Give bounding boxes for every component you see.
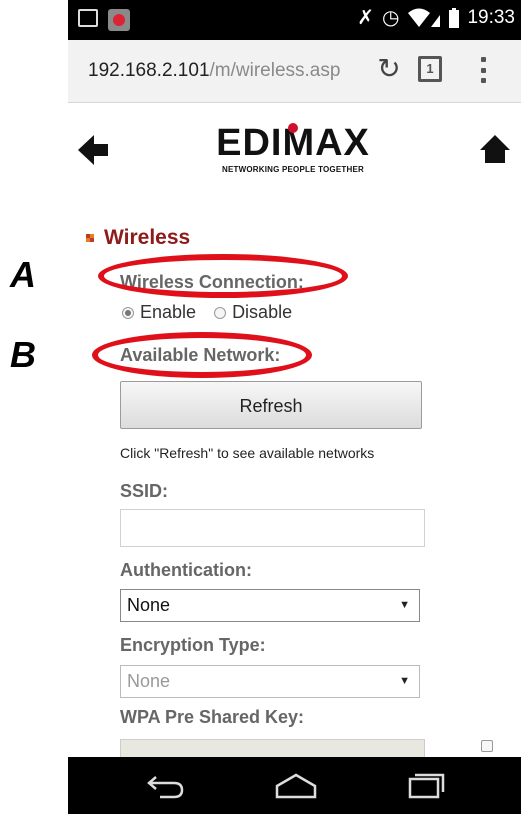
authentication-label: Authentication: bbox=[120, 560, 252, 580]
nav-back-icon[interactable] bbox=[146, 771, 186, 801]
section-heading: Wireless bbox=[86, 226, 190, 250]
show-key-checkbox[interactable] bbox=[481, 740, 493, 752]
nav-home-icon[interactable] bbox=[274, 771, 318, 801]
alarm-icon: ◷ bbox=[382, 7, 400, 29]
reload-icon[interactable]: ↻ bbox=[374, 54, 404, 84]
section-bullet-icon bbox=[86, 234, 94, 242]
browser-toolbar: 192.168.2.101/m/wireless.asp ↻ 1 bbox=[68, 40, 521, 103]
status-bar: ✗ ◷ 19:33 bbox=[68, 0, 521, 40]
encryption-type-label: Encryption Type: bbox=[120, 635, 266, 655]
encryption-type-value: None bbox=[127, 671, 171, 691]
ssid-label: SSID: bbox=[120, 481, 169, 501]
image-notification-icon bbox=[78, 9, 98, 27]
address-bar[interactable]: 192.168.2.101/m/wireless.asp bbox=[88, 60, 340, 82]
refresh-button[interactable]: Refresh bbox=[120, 381, 422, 429]
url-host: 192.168.2.101 bbox=[88, 60, 210, 81]
dropdown-caret-icon: ▼ bbox=[399, 675, 410, 687]
annotation-label-b: B bbox=[10, 334, 36, 375]
overflow-menu-icon[interactable] bbox=[473, 54, 493, 86]
url-path: /m/wireless.asp bbox=[209, 60, 341, 81]
refresh-hint: Click "Refresh" to see available network… bbox=[120, 445, 375, 461]
enable-radio[interactable] bbox=[122, 306, 134, 319]
mute-icon: ✗ bbox=[357, 7, 374, 29]
logo-dot bbox=[288, 123, 298, 133]
highlight-ellipse-b bbox=[92, 332, 312, 378]
wpa-key-input[interactable] bbox=[120, 739, 425, 757]
disable-radio[interactable] bbox=[214, 306, 227, 319]
enable-label: Enable bbox=[140, 302, 197, 322]
wireless-connection-radio-group: Enable Disable bbox=[122, 302, 292, 323]
app-notification-icon bbox=[108, 9, 130, 31]
page-content: EDIMAX NETWORKING PEOPLE TOGETHER Wirele… bbox=[68, 103, 521, 757]
android-nav-bar bbox=[68, 757, 521, 814]
status-time: 19:33 bbox=[467, 7, 515, 28]
home-icon[interactable] bbox=[479, 133, 511, 165]
authentication-select[interactable]: None ▼ bbox=[120, 589, 420, 622]
authentication-value: None bbox=[127, 595, 171, 615]
edimax-logo: EDIMAX NETWORKING PEOPLE TOGETHER bbox=[198, 123, 388, 183]
back-arrow-icon[interactable] bbox=[78, 133, 110, 167]
annotation-label-a: A bbox=[10, 254, 36, 295]
tabs-icon[interactable]: 1 bbox=[418, 56, 442, 82]
battery-icon bbox=[449, 8, 460, 28]
phone-screen: ✗ ◷ 19:33 192.168.2.101/m/wireless.asp ↻… bbox=[68, 0, 521, 814]
wifi-signal-icon bbox=[408, 8, 441, 27]
encryption-type-select[interactable]: None ▼ bbox=[120, 665, 420, 698]
wpa-key-label: WPA Pre Shared Key: bbox=[120, 707, 305, 727]
disable-label: Disable bbox=[232, 302, 293, 322]
section-title: Wireless bbox=[104, 226, 191, 249]
ssid-input[interactable] bbox=[120, 509, 425, 547]
highlight-ellipse-a bbox=[98, 254, 348, 298]
dropdown-caret-icon: ▼ bbox=[399, 599, 410, 611]
logo-tagline: NETWORKING PEOPLE TOGETHER bbox=[222, 165, 364, 174]
nav-recents-icon[interactable] bbox=[406, 771, 446, 801]
